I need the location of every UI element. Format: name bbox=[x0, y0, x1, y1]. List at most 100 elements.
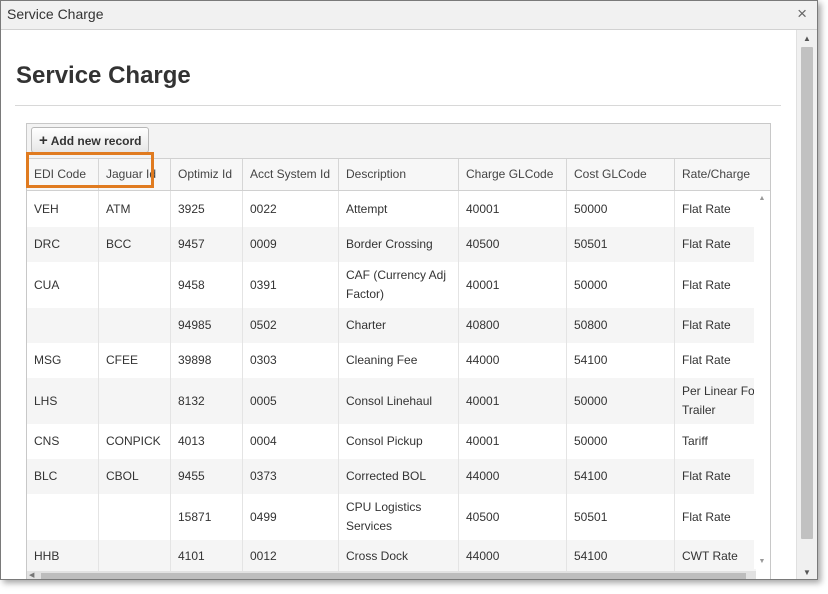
cell-cost-glcode: 54100 bbox=[567, 459, 675, 494]
cell-charge-glcode: 40800 bbox=[459, 308, 567, 343]
table-row[interactable]: BLC CBOL 9455 0373 Corrected BOL 44000 54100 Fl… bbox=[27, 459, 756, 494]
cell-edi-code bbox=[27, 494, 99, 540]
column-header-jaguar-id[interactable]: Jaguar Id bbox=[99, 159, 171, 190]
window-content: Service Charge + Add new record EDI Code J… bbox=[1, 30, 796, 579]
cell-optimiz-id: 9457 bbox=[171, 227, 243, 262]
table-row[interactable]: VEH ATM 3925 0022 Attempt 40001 50000 Flat Rate bbox=[27, 191, 756, 227]
grid-header: EDI Code Jaguar Id Optimiz Id Acct System I… bbox=[27, 159, 770, 191]
column-header-cost-glcode[interactable]: Cost GLCode bbox=[567, 159, 675, 190]
cell-optimiz-id: 15871 bbox=[171, 494, 243, 540]
cell-acct-system-id: 0012 bbox=[243, 540, 339, 571]
cell-rate-charge: Flat Rate bbox=[675, 308, 756, 343]
column-header-rate-charge[interactable]: Rate/Charge bbox=[675, 159, 770, 190]
add-new-record-button[interactable]: + Add new record bbox=[31, 127, 150, 153]
cell-rate-charge: CWT Rate bbox=[675, 540, 756, 571]
cell-edi-code: LHS bbox=[27, 378, 99, 424]
grid-toolbar: + Add new record bbox=[27, 124, 770, 159]
cell-acct-system-id: 0391 bbox=[243, 262, 339, 308]
cell-rate-charge: Flat Rate bbox=[675, 459, 756, 494]
cell-description: CPU Logistics Services bbox=[339, 494, 459, 540]
column-header-optimiz-id[interactable]: Optimiz Id bbox=[171, 159, 243, 190]
cell-acct-system-id: 0373 bbox=[243, 459, 339, 494]
heading-divider bbox=[15, 105, 781, 106]
cell-acct-system-id: 0303 bbox=[243, 343, 339, 378]
window-scroll-thumb[interactable] bbox=[801, 47, 813, 539]
cell-optimiz-id: 3925 bbox=[171, 191, 243, 227]
cell-charge-glcode: 40001 bbox=[459, 191, 567, 227]
add-new-record-label: Add new record bbox=[50, 134, 142, 148]
service-charge-grid: + Add new record EDI Code Jaguar Id Optimiz… bbox=[26, 123, 771, 579]
scroll-up-icon[interactable]: ▲ bbox=[754, 195, 770, 202]
cell-edi-code: BLC bbox=[27, 459, 99, 494]
table-row[interactable]: CNS CONPICK 4013 0004 Consol Pickup 40001 5000… bbox=[27, 424, 756, 459]
cell-rate-charge: Flat Rate bbox=[675, 343, 756, 378]
cell-acct-system-id: 0004 bbox=[243, 424, 339, 459]
cell-description: Corrected BOL bbox=[339, 459, 459, 494]
grid-body: VEH ATM 3925 0022 Attempt 40001 50000 Flat Rate… bbox=[27, 191, 756, 571]
table-row[interactable]: LHS 8132 0005 Consol Linehaul 40001 50000 Per … bbox=[27, 378, 756, 424]
cell-jaguar-id bbox=[99, 540, 171, 571]
table-row[interactable]: 15871 0499 CPU Logistics Services 40500 5050… bbox=[27, 494, 756, 540]
grid-vertical-scrollbar[interactable]: ▲ ▼ bbox=[754, 191, 770, 569]
cell-charge-glcode: 40001 bbox=[459, 424, 567, 459]
column-header-charge-glcode[interactable]: Charge GLCode bbox=[459, 159, 567, 190]
cell-cost-glcode: 50501 bbox=[567, 227, 675, 262]
cell-edi-code: HHB bbox=[27, 540, 99, 571]
cell-description: Cross Dock bbox=[339, 540, 459, 571]
cell-optimiz-id: 94985 bbox=[171, 308, 243, 343]
column-header-description[interactable]: Description bbox=[339, 159, 459, 190]
cell-edi-code: CNS bbox=[27, 424, 99, 459]
scroll-down-icon[interactable]: ▼ bbox=[754, 558, 770, 565]
cell-description: Consol Linehaul bbox=[339, 378, 459, 424]
window-scroll-down-icon[interactable]: ▼ bbox=[797, 568, 817, 577]
table-row[interactable]: HHB 4101 0012 Cross Dock 44000 54100 CWT Rate bbox=[27, 540, 756, 571]
cell-description: Consol Pickup bbox=[339, 424, 459, 459]
horizontal-scroll-thumb[interactable] bbox=[41, 573, 746, 579]
cell-cost-glcode: 50800 bbox=[567, 308, 675, 343]
cell-edi-code bbox=[27, 308, 99, 343]
cell-jaguar-id: BCC bbox=[99, 227, 171, 262]
cell-charge-glcode: 40001 bbox=[459, 262, 567, 308]
cell-jaguar-id bbox=[99, 308, 171, 343]
cell-jaguar-id: CONPICK bbox=[99, 424, 171, 459]
cell-acct-system-id: 0502 bbox=[243, 308, 339, 343]
close-icon[interactable]: × bbox=[797, 4, 807, 24]
cell-acct-system-id: 0005 bbox=[243, 378, 339, 424]
cell-cost-glcode: 50000 bbox=[567, 378, 675, 424]
window-scroll-up-icon[interactable]: ▲ bbox=[797, 34, 817, 43]
page-title: Service Charge bbox=[16, 62, 191, 89]
cell-description: Border Crossing bbox=[339, 227, 459, 262]
table-row[interactable]: 94985 0502 Charter 40800 50800 Flat Rate bbox=[27, 308, 756, 343]
cell-edi-code: DRC bbox=[27, 227, 99, 262]
cell-edi-code: MSG bbox=[27, 343, 99, 378]
cell-jaguar-id bbox=[99, 494, 171, 540]
cell-jaguar-id bbox=[99, 378, 171, 424]
cell-edi-code: VEH bbox=[27, 191, 99, 227]
cell-cost-glcode: 54100 bbox=[567, 540, 675, 571]
cell-charge-glcode: 44000 bbox=[459, 459, 567, 494]
cell-charge-glcode: 40500 bbox=[459, 227, 567, 262]
column-header-acct-system-id[interactable]: Acct System Id bbox=[243, 159, 339, 190]
cell-cost-glcode: 50501 bbox=[567, 494, 675, 540]
cell-jaguar-id: CBOL bbox=[99, 459, 171, 494]
cell-cost-glcode: 50000 bbox=[567, 191, 675, 227]
cell-acct-system-id: 0022 bbox=[243, 191, 339, 227]
cell-charge-glcode: 40500 bbox=[459, 494, 567, 540]
column-header-edi-code[interactable]: EDI Code bbox=[27, 159, 99, 190]
window-title: Service Charge bbox=[7, 6, 104, 22]
scroll-left-icon[interactable]: ◀ bbox=[29, 571, 34, 579]
cell-optimiz-id: 8132 bbox=[171, 378, 243, 424]
plus-icon: + bbox=[39, 132, 48, 149]
window-titlebar: Service Charge × bbox=[1, 1, 817, 30]
grid-horizontal-scrollbar[interactable]: ◀ bbox=[27, 571, 756, 579]
table-row[interactable]: MSG CFEE 39898 0303 Cleaning Fee 44000 54100 Fl… bbox=[27, 343, 756, 378]
table-row[interactable]: CUA 9458 0391 CAF (Currency Adj Factor) 4000… bbox=[27, 262, 756, 308]
cell-cost-glcode: 50000 bbox=[567, 424, 675, 459]
table-row[interactable]: DRC BCC 9457 0009 Border Crossing 40500 50501 F… bbox=[27, 227, 756, 262]
window-vertical-scrollbar[interactable]: ▲ ▼ bbox=[796, 30, 817, 579]
cell-charge-glcode: 44000 bbox=[459, 343, 567, 378]
cell-optimiz-id: 9455 bbox=[171, 459, 243, 494]
cell-description: Charter bbox=[339, 308, 459, 343]
cell-optimiz-id: 4101 bbox=[171, 540, 243, 571]
cell-rate-charge: Per Linear Fo Trailer bbox=[675, 378, 756, 424]
